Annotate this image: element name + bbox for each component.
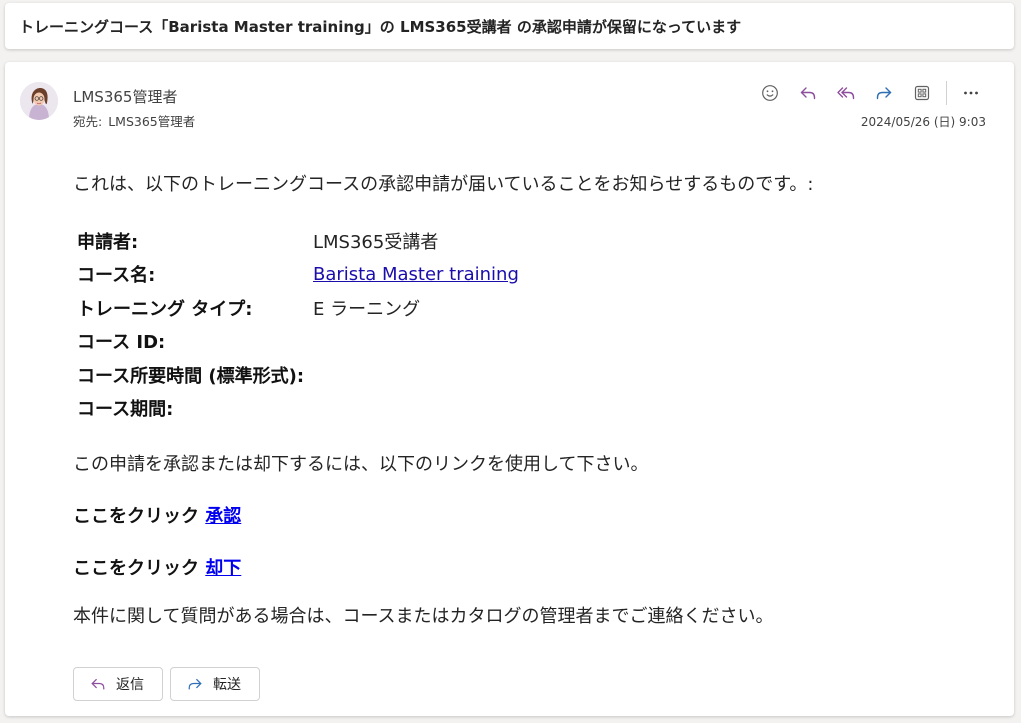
message-body: これは、以下のトレーニングコースの承認申請が届いていることをお知らせするものです… [73,170,973,628]
to-label: 宛先: [73,114,103,129]
reply-icon [800,87,816,100]
more-icon [964,91,978,95]
toolbar-divider [946,81,947,105]
message-timestamp: 2024/05/26 (日) 9:03 [860,115,986,129]
approve-prefix: ここをクリック [73,506,199,527]
course-name-link[interactable]: Barista Master training [313,264,519,285]
request-fields: 申請者: LMS365受講者 コース名: Barista Master trai… [73,224,973,425]
footer-forward-button[interactable]: 転送 [170,667,260,701]
field-row-applicant: 申請者: LMS365受講者 [73,224,973,258]
reply-all-icon [837,87,855,100]
contact-text: 本件に関して質問がある場合は、コースまたはカタログの管理者までご連絡ください。 [73,606,774,627]
avatar-image [20,82,58,120]
apps-icon [914,85,930,101]
field-label: コース所要時間 (標準形式): [77,365,305,387]
reply-button[interactable] [789,79,827,107]
field-value: Barista Master training [313,264,519,285]
more-actions-button[interactable] [952,79,990,107]
forward-icon [188,678,202,690]
email-subject: トレーニングコース「Barista Master training」の LMS3… [19,17,742,36]
footer-actions: 返信 転送 [73,667,260,701]
footer-reply-button[interactable]: 返信 [73,667,163,701]
sender-avatar[interactable] [20,82,58,120]
field-label: コース名: [77,265,156,287]
reject-link[interactable]: 却下 [205,558,241,579]
emoji-icon [762,85,778,101]
field-label: トレーニング タイプ: [77,298,253,320]
field-row-training-type: トレーニング タイプ: E ラーニング [73,291,973,325]
approve-link[interactable]: 承認 [205,506,241,527]
field-row-course-period: コース期間: [73,392,973,426]
reply-label: 返信 [116,677,144,693]
recipient-line: 宛先: LMS365管理者 [73,111,201,130]
field-row-course-name: コース名: Barista Master training [73,258,973,292]
forward-button[interactable] [865,79,903,107]
to-recipient[interactable]: LMS365管理者 [108,114,195,129]
intro-text: これは、以下のトレーニングコースの承認申請が届いていることをお知らせするものです… [73,174,814,195]
forward-label: 転送 [213,677,241,693]
message-card: LMS365管理者 宛先: LMS365管理者 2024/05/26 (日) 9… [5,62,1014,716]
approve-line: ここをクリック 承認 [73,502,973,528]
field-label: 申請者: [77,231,139,253]
sender-name[interactable]: LMS365管理者 [73,86,177,107]
reply-icon [91,678,105,690]
emoji-reaction-button[interactable] [751,79,789,107]
field-label: コース期間: [77,399,174,421]
message-toolbar [751,79,990,107]
field-value: LMS365受講者 [313,231,439,253]
field-row-course-duration: コース所要時間 (標準形式): [73,358,973,392]
forward-icon [876,87,892,100]
instruction-text: この申請を承認または却下するには、以下のリンクを使用して下さい。 [73,454,649,475]
reject-prefix: ここをクリック [73,558,199,579]
apps-button[interactable] [903,79,941,107]
reply-all-button[interactable] [827,79,865,107]
reject-line: ここをクリック 却下 [73,554,973,580]
field-row-course-id: コース ID: [73,325,973,359]
field-value: E ラーニング [313,298,421,320]
field-label: コース ID: [77,332,166,354]
subject-bar: トレーニングコース「Barista Master training」の LMS3… [5,3,1014,49]
